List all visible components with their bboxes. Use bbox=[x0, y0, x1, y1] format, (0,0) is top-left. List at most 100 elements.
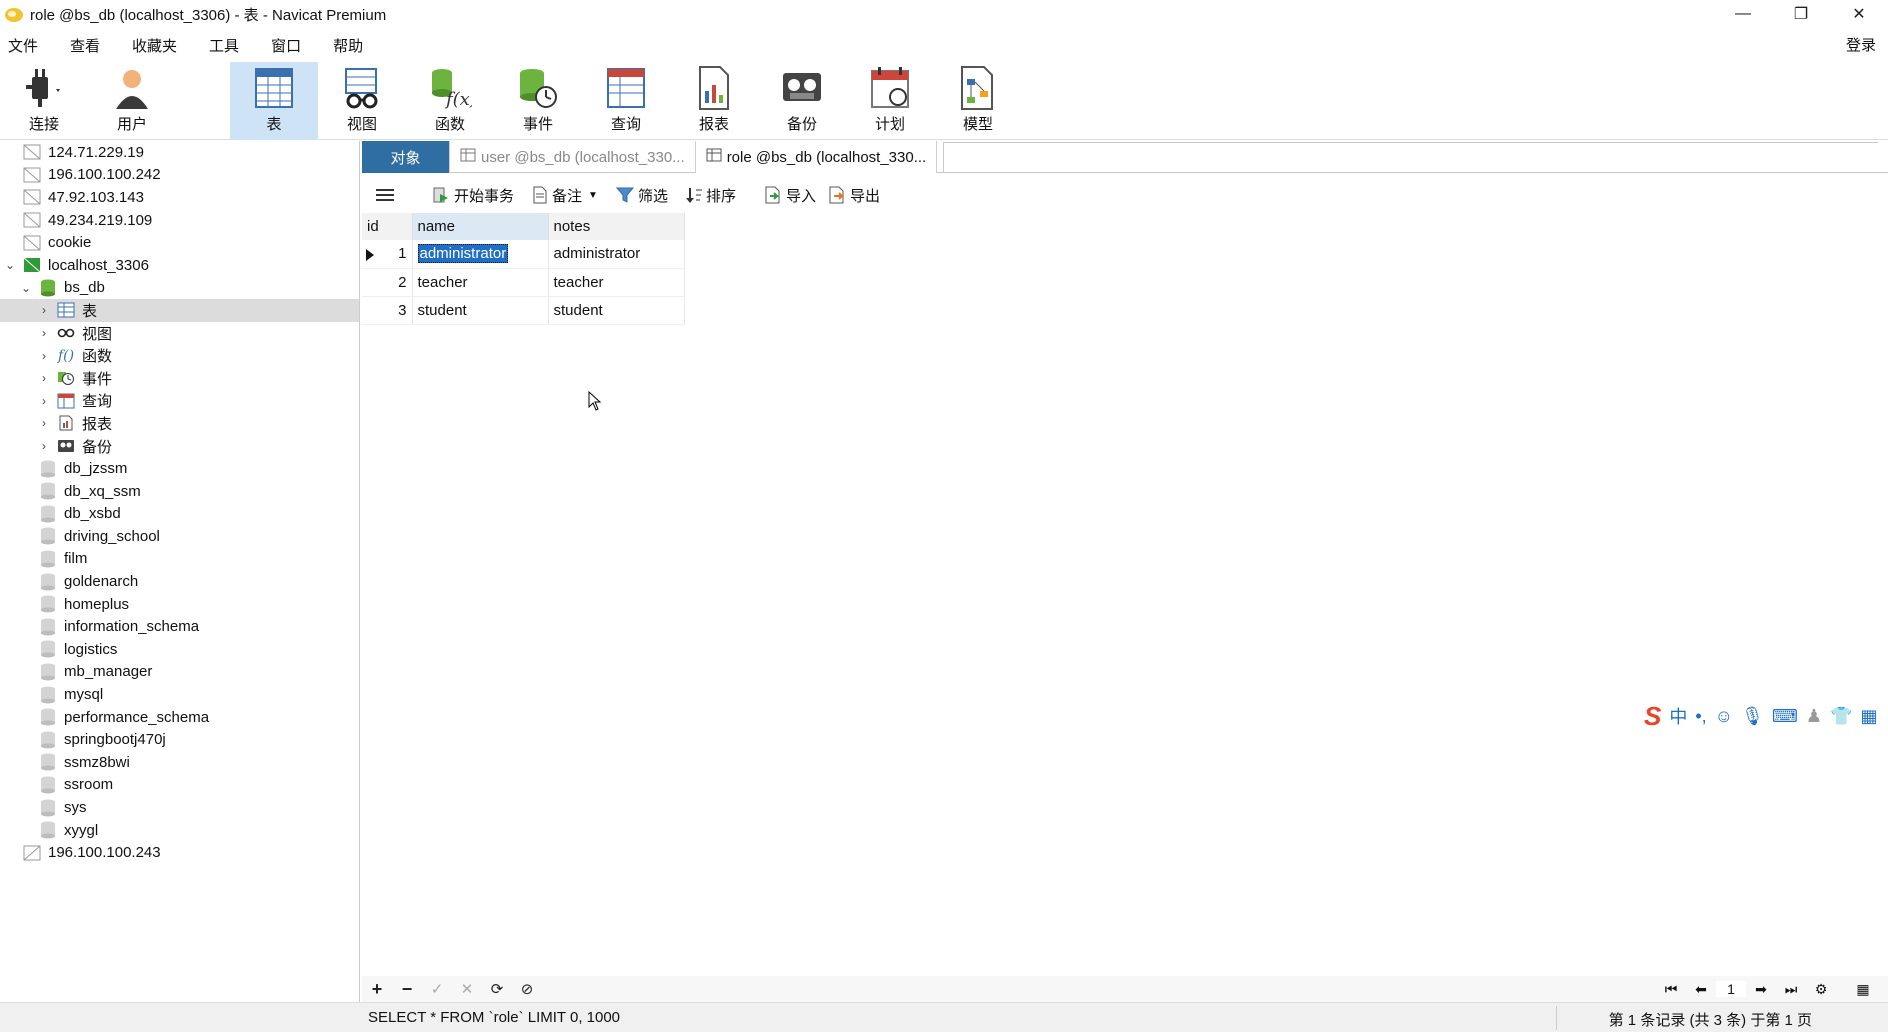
chevron-right-icon[interactable]: › bbox=[38, 349, 50, 363]
refresh-button[interactable]: ⟳ bbox=[482, 980, 512, 998]
cell-name[interactable]: student bbox=[412, 296, 549, 325]
tree-database[interactable]: mysql bbox=[0, 683, 359, 706]
tree-database[interactable]: homeplus bbox=[0, 593, 359, 616]
memo-button[interactable]: 备注 ▼ bbox=[532, 185, 598, 206]
apply-changes-button[interactable]: ✓ bbox=[422, 980, 452, 998]
hamburger-menu-button[interactable] bbox=[376, 187, 394, 203]
ime-emoji-icon[interactable]: ☺ bbox=[1715, 706, 1733, 727]
user-button[interactable]: 用户 bbox=[88, 62, 176, 140]
menu-window[interactable]: 窗口 bbox=[263, 35, 315, 56]
minimize-button[interactable]: — bbox=[1714, 0, 1772, 28]
tree-database[interactable]: sys bbox=[0, 796, 359, 819]
ime-skin-icon[interactable]: 👕 bbox=[1830, 706, 1852, 727]
tree-database[interactable]: logistics bbox=[0, 638, 359, 661]
prev-page-icon[interactable]: ⬅ bbox=[1686, 981, 1716, 998]
menu-tools[interactable]: 工具 bbox=[201, 35, 253, 56]
column-header-notes[interactable]: notes bbox=[548, 213, 685, 240]
model-button[interactable]: 模型 bbox=[934, 62, 1022, 140]
tree-node-queries[interactable]: › 查询 bbox=[0, 390, 359, 413]
sogou-logo-icon[interactable]: S bbox=[1644, 701, 1661, 732]
tree-connection[interactable]: 49.234.219.109 bbox=[0, 209, 359, 232]
filter-button[interactable]: 筛选 bbox=[615, 185, 668, 206]
tree-node-events[interactable]: › 事件 bbox=[0, 367, 359, 390]
cell-id[interactable]: 1 bbox=[362, 240, 413, 269]
last-page-icon[interactable]: ⏭ bbox=[1776, 981, 1806, 998]
tree-connection[interactable]: 124.71.229.19 bbox=[0, 141, 359, 164]
login-link[interactable]: 登录 bbox=[1846, 34, 1876, 55]
tree-database-bs-db[interactable]: ⌄ bs_db bbox=[0, 277, 359, 300]
dropdown-arrow-icon[interactable]: ▼ bbox=[588, 190, 598, 201]
schedule-button[interactable]: 计划 bbox=[846, 62, 934, 140]
menu-help[interactable]: 帮助 bbox=[325, 35, 377, 56]
tree-connection[interactable]: 196.100.100.243 bbox=[0, 841, 359, 864]
tree-database[interactable]: mb_manager bbox=[0, 661, 359, 684]
menu-view[interactable]: 查看 bbox=[62, 35, 114, 56]
table-row[interactable]: 2 teacher teacher bbox=[362, 268, 685, 297]
chevron-right-icon[interactable]: › bbox=[38, 416, 50, 430]
cell-id[interactable]: 3 bbox=[362, 296, 413, 325]
column-header-name[interactable]: name bbox=[412, 213, 549, 240]
cell-notes[interactable]: student bbox=[548, 296, 685, 325]
import-button[interactable]: 导入 bbox=[764, 185, 816, 206]
chevron-right-icon[interactable]: › bbox=[38, 439, 50, 453]
tree-database[interactable]: driving_school bbox=[0, 525, 359, 548]
page-number-field[interactable]: 1 bbox=[1716, 981, 1746, 997]
ime-punctuation-icon[interactable]: •, bbox=[1695, 706, 1706, 727]
tree-node-backups[interactable]: › 备份 bbox=[0, 435, 359, 458]
settings-gear-icon[interactable]: ⚙ bbox=[1806, 981, 1836, 998]
ime-chinese-mode-icon[interactable]: 中 bbox=[1669, 703, 1687, 729]
cell-name[interactable]: administrator bbox=[412, 240, 549, 269]
ime-keyboard-icon[interactable]: ⌨ bbox=[1772, 706, 1798, 727]
tree-node-views[interactable]: › 视图 bbox=[0, 322, 359, 345]
tree-database[interactable]: db_jzssm bbox=[0, 457, 359, 480]
tree-database[interactable]: springbootj470j bbox=[0, 728, 359, 751]
tab-role[interactable]: role @bs_db (localhost_330... bbox=[695, 141, 938, 173]
tree-database[interactable]: performance_schema bbox=[0, 706, 359, 729]
stop-button[interactable]: ⊘ bbox=[512, 980, 542, 998]
view-button[interactable]: 视图 bbox=[318, 62, 406, 140]
first-page-icon[interactable]: ⏮ bbox=[1656, 981, 1686, 998]
sort-button[interactable]: 排序 bbox=[685, 185, 736, 206]
tree-node-functions[interactable]: › f() 函数 bbox=[0, 344, 359, 367]
table-button[interactable]: 表 bbox=[230, 62, 318, 140]
tree-database[interactable]: information_schema bbox=[0, 615, 359, 638]
event-button[interactable]: 事件 bbox=[494, 62, 582, 140]
chevron-right-icon[interactable]: › bbox=[38, 394, 50, 408]
chevron-right-icon[interactable]: › bbox=[38, 371, 50, 385]
cell-notes[interactable]: teacher bbox=[548, 268, 685, 297]
export-button[interactable]: 导出 bbox=[828, 185, 880, 206]
chevron-down-icon[interactable]: ⌄ bbox=[20, 281, 32, 295]
ime-grid-icon[interactable]: ▦ bbox=[1860, 706, 1877, 727]
cell-name[interactable]: teacher bbox=[412, 268, 549, 297]
tree-connection[interactable]: 196.100.100.242 bbox=[0, 164, 359, 187]
restore-button[interactable]: ❐ bbox=[1772, 0, 1830, 28]
column-header-id[interactable]: id bbox=[362, 213, 413, 240]
tree-node-reports[interactable]: › 报表 bbox=[0, 412, 359, 435]
report-button[interactable]: 报表 bbox=[670, 62, 758, 140]
grid-view-icon[interactable]: ▦ bbox=[1848, 981, 1878, 998]
tree-database[interactable]: db_xq_ssm bbox=[0, 480, 359, 503]
chevron-down-icon[interactable]: ⌄ bbox=[4, 258, 16, 272]
ime-toolbar[interactable]: S 中 •, ☺ 🎙 ⌨ ♟ 👕 ▦ bbox=[1644, 698, 1888, 734]
tree-database[interactable]: ssmz8bwi bbox=[0, 751, 359, 774]
tree-database[interactable]: ssroom bbox=[0, 774, 359, 797]
cell-id[interactable]: 2 bbox=[362, 268, 413, 297]
tree-database[interactable]: db_xsbd bbox=[0, 503, 359, 526]
tree-database[interactable]: film bbox=[0, 548, 359, 571]
tree-database[interactable]: xyygl bbox=[0, 819, 359, 842]
discard-changes-button[interactable]: ✕ bbox=[452, 980, 482, 998]
cell-notes[interactable]: administrator bbox=[548, 240, 685, 269]
next-page-icon[interactable]: ➡ bbox=[1746, 981, 1776, 998]
tab-objects[interactable]: 对象 bbox=[362, 141, 450, 173]
chevron-right-icon[interactable]: › bbox=[38, 303, 50, 317]
menu-file[interactable]: 文件 bbox=[0, 35, 52, 56]
ime-user-icon[interactable]: ♟ bbox=[1806, 706, 1822, 727]
menu-favorites[interactable]: 收藏夹 bbox=[124, 35, 191, 56]
begin-transaction-button[interactable]: 开始事务 bbox=[432, 185, 514, 206]
tree-connection-localhost[interactable]: ⌄ localhost_3306 bbox=[0, 254, 359, 277]
connect-button[interactable]: 连接 bbox=[0, 62, 88, 140]
chevron-right-icon[interactable]: › bbox=[38, 326, 50, 340]
backup-button[interactable]: 备份 bbox=[758, 62, 846, 140]
table-row[interactable]: 3 student student bbox=[362, 296, 685, 325]
function-button[interactable]: f(x) 函数 bbox=[406, 62, 494, 140]
